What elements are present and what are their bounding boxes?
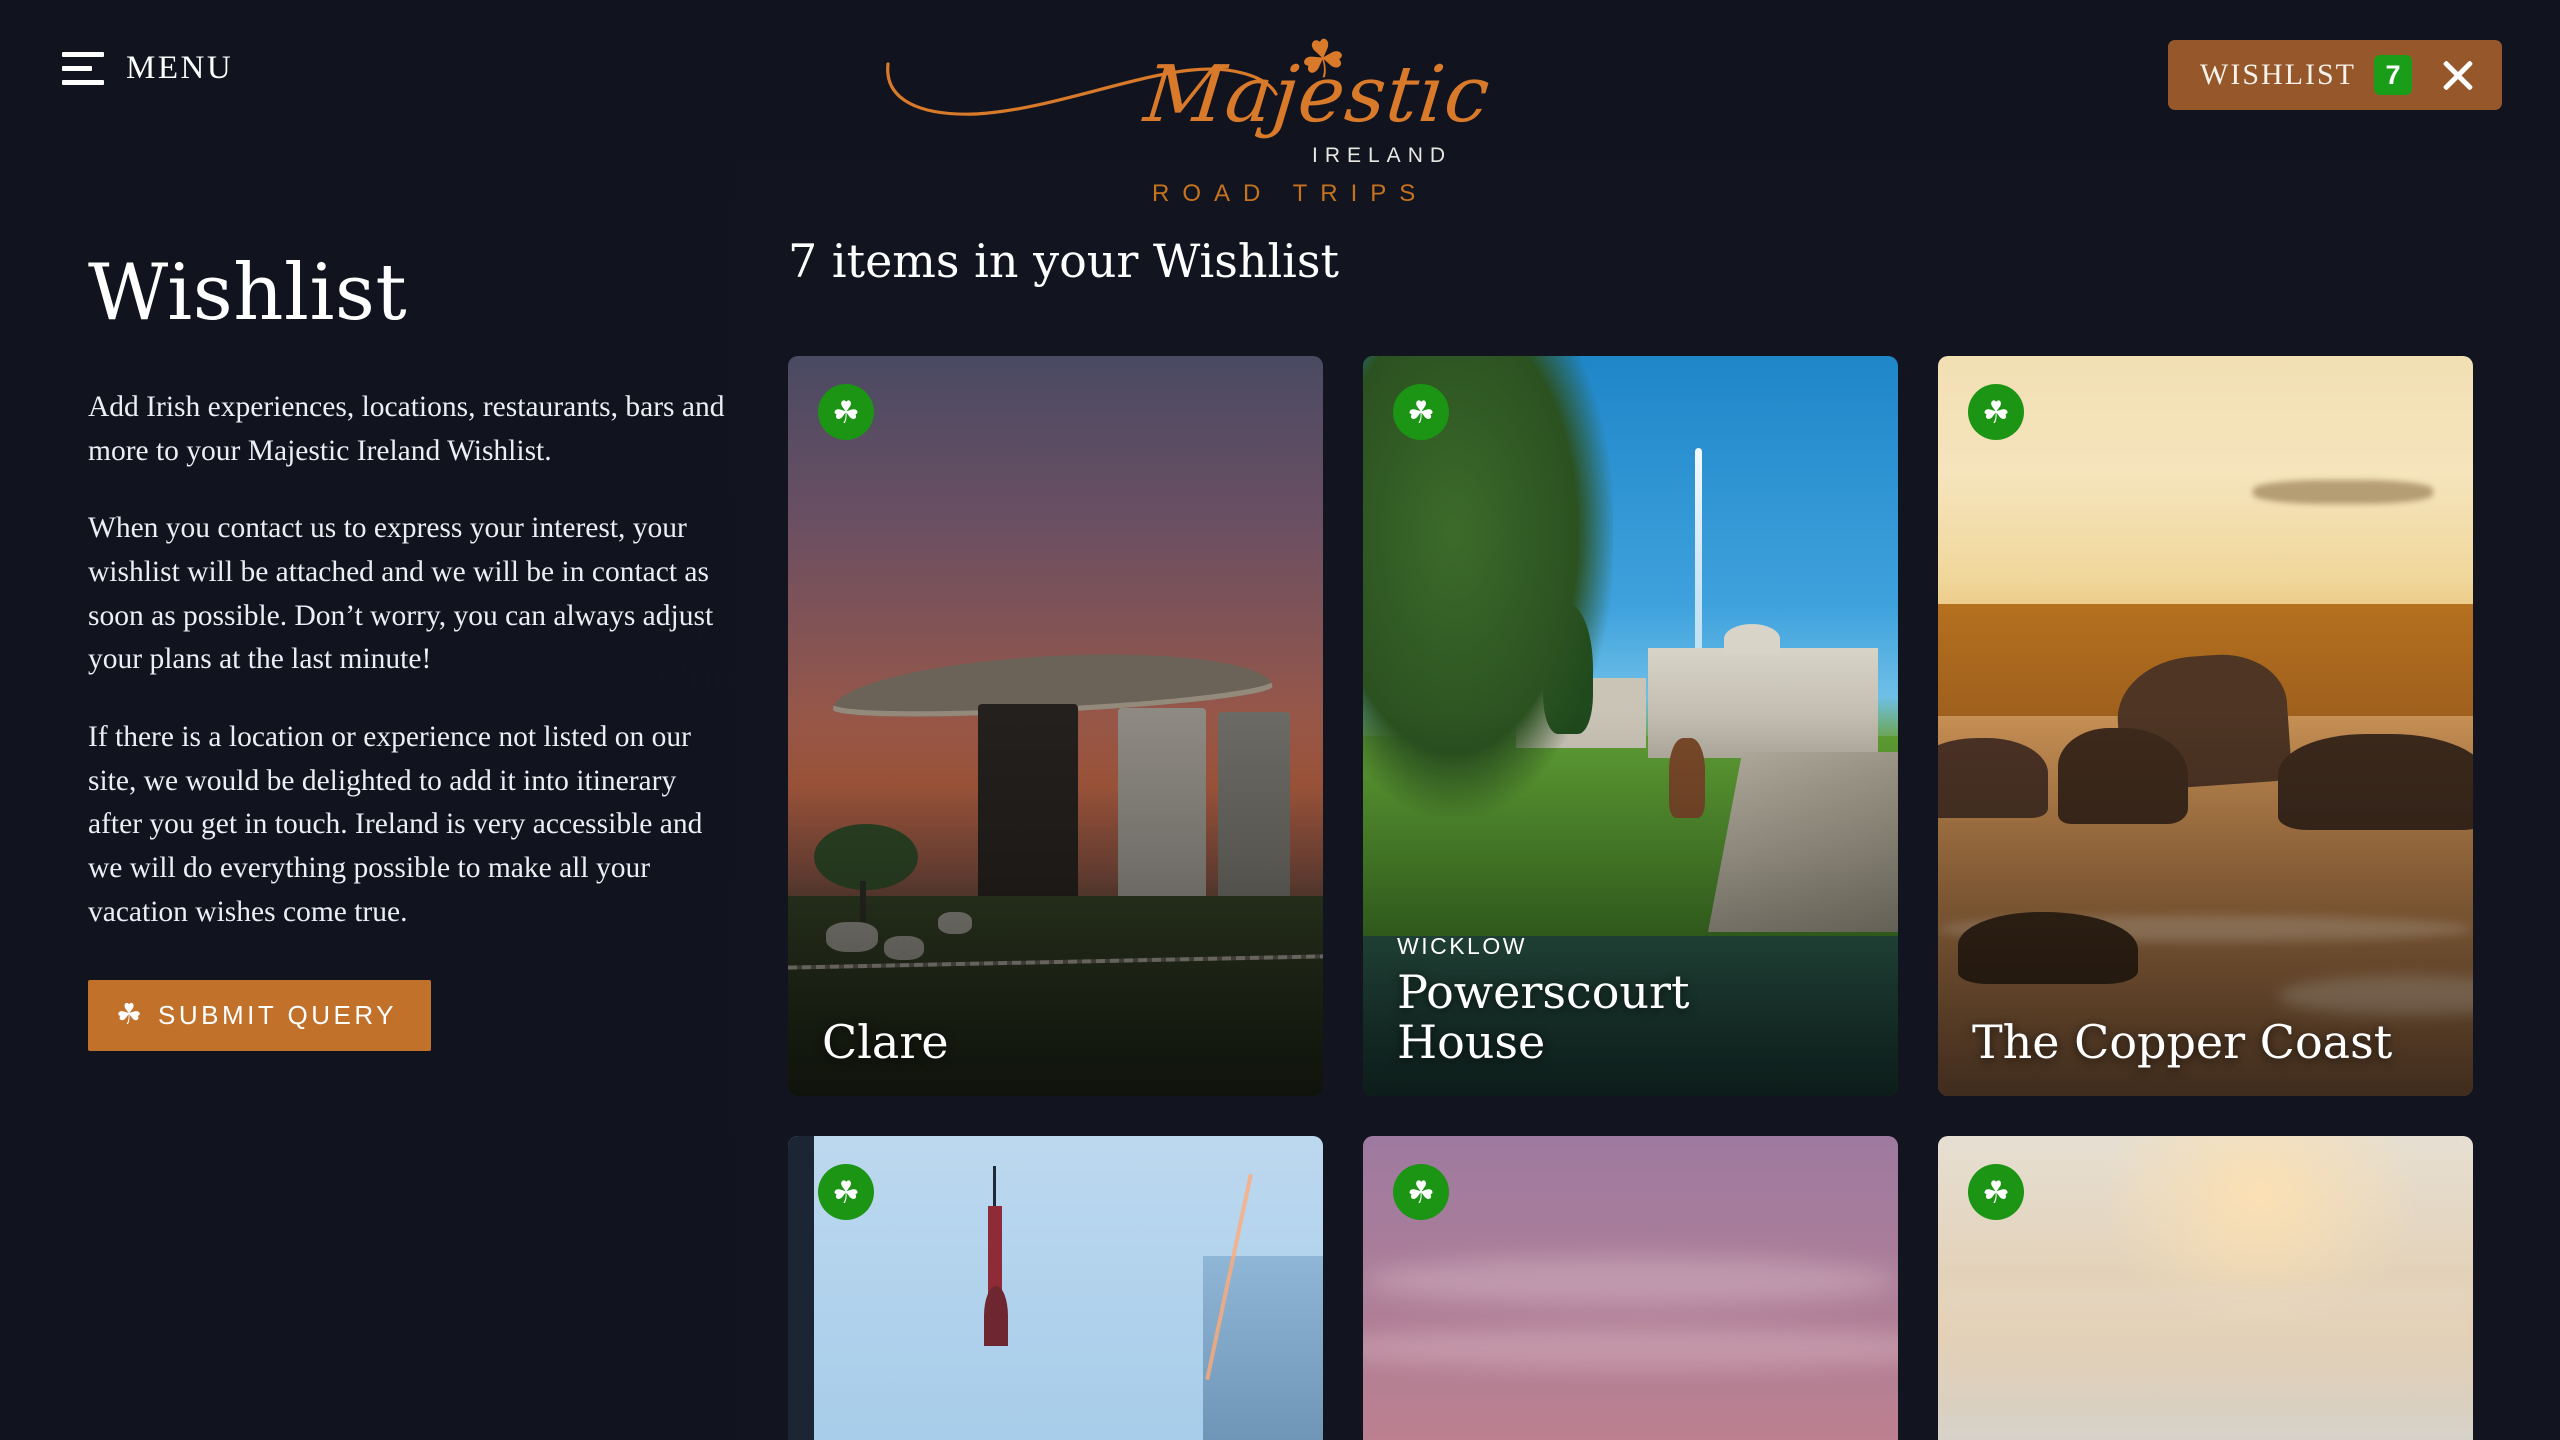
card-title: The Copper Coast: [1972, 1015, 2393, 1070]
menu-button[interactable]: MENU: [62, 50, 233, 87]
card-caption: WICKLOW Powerscourt House: [1397, 933, 1827, 1068]
submit-query-button-label: SUBMIT QUERY: [158, 1000, 397, 1031]
site-logo[interactable]: ☘ Majestic IRELAND ROAD TRIPS: [880, 12, 1494, 207]
card-caption: Clare: [822, 1010, 949, 1068]
close-icon[interactable]: [2440, 57, 2476, 93]
wishlist-content: 7 items in your Wishlist ☘ Clare ☘ WICKL…: [608, 160, 2560, 1440]
intro-paragraph-3: If there is a location or experience not…: [88, 720, 703, 928]
logo-brand-text: Majestic: [1140, 50, 1495, 140]
page-title: Wishlist: [88, 248, 408, 338]
submit-query-button[interactable]: ☘ SUBMIT QUERY: [88, 980, 431, 1052]
shamrock-badge-icon[interactable]: ☘: [1393, 384, 1449, 440]
hamburger-icon: [62, 52, 104, 85]
card-gradient-overlay: [788, 356, 1323, 1096]
shamrock-icon: ☘: [116, 999, 142, 1032]
card-gradient-overlay: [1938, 356, 2473, 1096]
wishlist-count-badge: 7: [2374, 55, 2412, 95]
logo-tagline-text: ROAD TRIPS: [1152, 180, 1429, 207]
shamrock-badge-icon[interactable]: ☘: [1393, 1164, 1449, 1220]
wishlist-card[interactable]: ☘: [788, 1136, 1323, 1440]
wishlist-card[interactable]: ☘ The Copper Coast: [1938, 356, 2473, 1096]
site-header: MENU ☘ Majestic IRELAND ROAD TRIPS WISHL…: [0, 0, 2560, 207]
wishlist-card[interactable]: ☘: [1938, 1136, 2473, 1440]
card-kicker: WICKLOW: [1397, 932, 1527, 959]
card-title: Powerscourt House: [1397, 964, 1690, 1070]
intro-paragraph-1: Add Irish experiences, locations, restau…: [88, 391, 725, 467]
logo-subtitle-text: IRELAND: [1312, 144, 1453, 167]
shamrock-badge-icon[interactable]: ☘: [818, 384, 874, 440]
shamrock-badge-icon[interactable]: ☘: [1968, 1164, 2024, 1220]
shamrock-badge-icon[interactable]: ☘: [1968, 384, 2024, 440]
wishlist-card[interactable]: ☘ Clare: [788, 356, 1323, 1096]
wishlist-button-label: WISHLIST: [2200, 58, 2356, 91]
wishlist-button[interactable]: WISHLIST 7: [2168, 40, 2502, 110]
wishlist-intro-panel: Wishlist Add Irish experiences, location…: [0, 160, 725, 1440]
wishlist-card[interactable]: ☘: [1363, 1136, 1898, 1440]
wishlist-card-grid: ☘ Clare ☘ WICKLOW Powerscourt House ☘ Th…: [788, 356, 2560, 1440]
items-count-heading: 7 items in your Wishlist: [788, 234, 1339, 288]
shamrock-badge-icon[interactable]: ☘: [818, 1164, 874, 1220]
menu-button-label: MENU: [126, 50, 234, 86]
card-caption: The Copper Coast: [1972, 1010, 2392, 1068]
card-title: Clare: [822, 1015, 949, 1070]
intro-paragraph-2: When you contact us to express your inte…: [88, 512, 714, 676]
wishlist-card[interactable]: ☘ WICKLOW Powerscourt House: [1363, 356, 1898, 1096]
